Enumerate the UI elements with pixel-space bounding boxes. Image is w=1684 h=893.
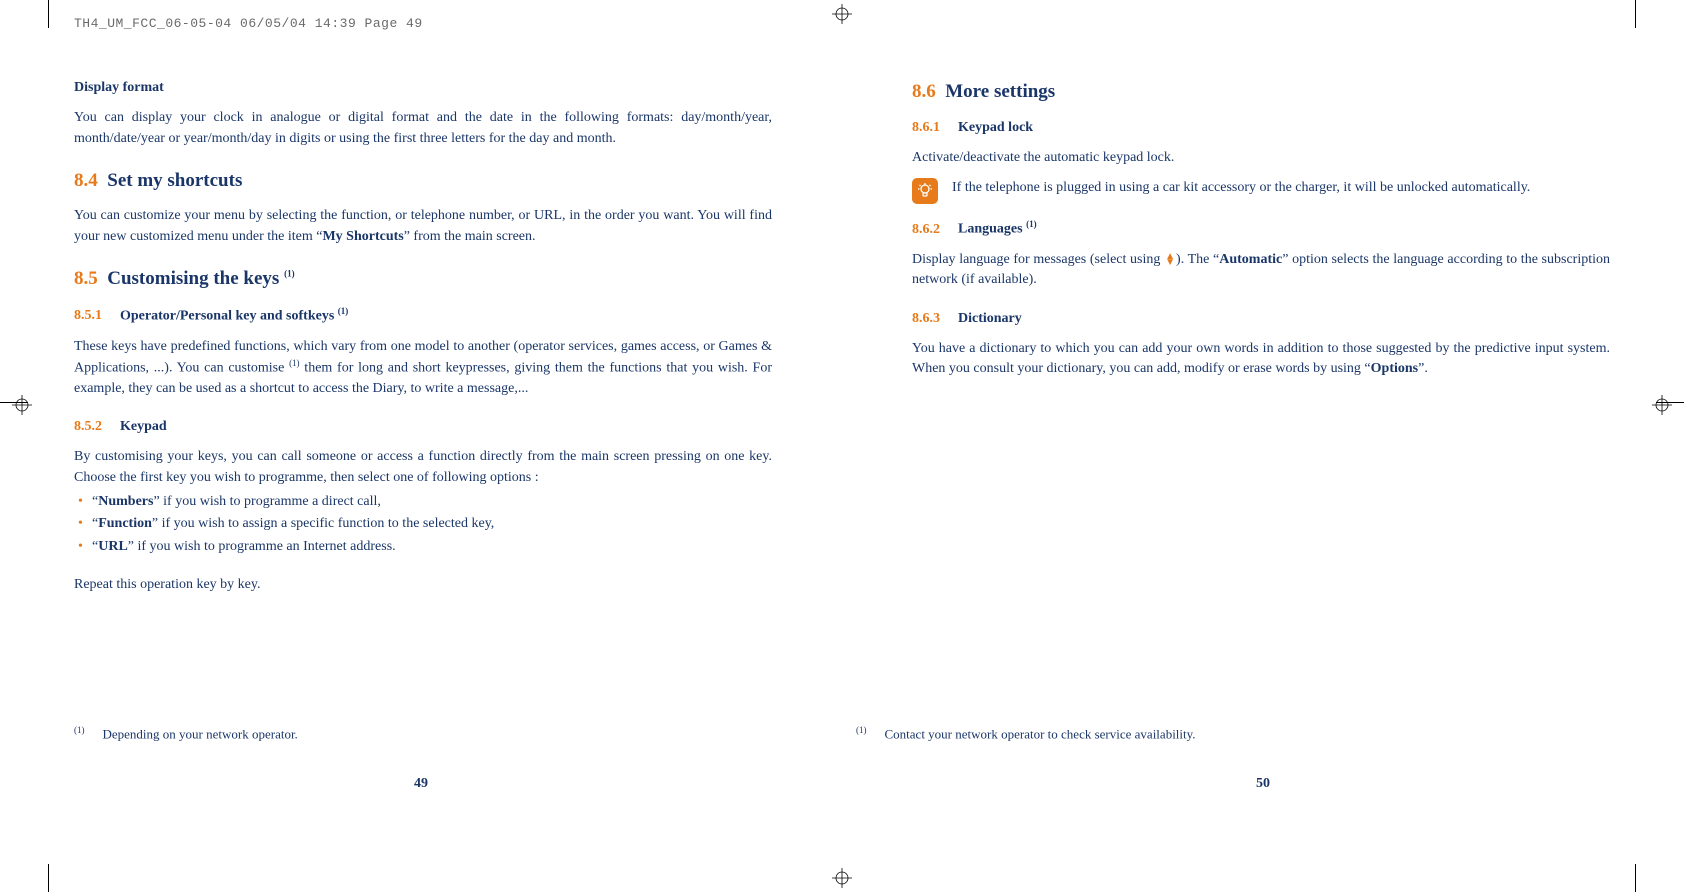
tip-icon <box>912 178 938 204</box>
crop-mark <box>48 864 49 892</box>
subsection-8-5-2-heading: 8.5.2 Keypad <box>74 417 772 437</box>
page-spread: Display format You can display your cloc… <box>0 60 1684 613</box>
subsection-number: 8.6.3 <box>912 311 940 326</box>
note-block: If the telephone is plugged in using a c… <box>912 178 1610 204</box>
nav-up-down-icon: ▲▼ <box>1164 254 1176 266</box>
subsection-8-6-1-heading: 8.6.1 Keypad lock <box>912 118 1610 138</box>
print-header: TH4_UM_FCC_06-05-04 06/05/04 14:39 Page … <box>74 16 423 31</box>
subsection-8-6-2-heading: 8.6.2Languages (1) <box>912 218 1610 240</box>
subsection-number: 8.5.2 <box>74 419 102 434</box>
list-item: “Function” if you wish to assign a speci… <box>74 514 772 534</box>
subsection-title: Keypad <box>120 419 167 434</box>
subsection-number: 8.5.1 <box>74 308 102 323</box>
page-right: 8.6 More settings 8.6.1 Keypad lock Activ… <box>842 60 1684 613</box>
subsection-number: 8.6.2 <box>912 222 940 237</box>
footnote-right: (1)Contact your network operator to chec… <box>856 725 1196 742</box>
bullet-list: “Numbers” if you wish to programme a dir… <box>74 492 772 557</box>
crop-mark <box>1635 0 1636 28</box>
crop-mark <box>1635 864 1636 892</box>
paragraph: By customising your keys, you can call s… <box>74 447 772 488</box>
section-number: 8.4 <box>74 170 98 191</box>
paragraph: Activate/deactivate the automatic keypad… <box>912 148 1610 168</box>
subsection-title: Keypad lock <box>958 120 1033 135</box>
subsection-title: Dictionary <box>958 311 1022 326</box>
paragraph: You can display your clock in analogue o… <box>74 108 772 149</box>
page-left: Display format You can display your cloc… <box>0 60 842 613</box>
paragraph: Repeat this operation key by key. <box>74 575 772 595</box>
section-8-4-heading: 8.4 Set my shortcuts <box>74 167 772 195</box>
paragraph: You can customize your menu by selecting… <box>74 206 772 247</box>
crop-mark <box>48 0 49 28</box>
subheading-display-format: Display format <box>74 78 772 98</box>
subsection-number: 8.6.1 <box>912 120 940 135</box>
subsection-8-6-3-heading: 8.6.3 Dictionary <box>912 309 1610 329</box>
footnote-left: (1)Depending on your network operator. <box>74 725 298 742</box>
subsection-title: Operator/Personal key and softkeys <box>120 308 338 323</box>
section-title: More settings <box>945 81 1055 102</box>
list-item: “URL” if you wish to programme an Intern… <box>74 537 772 557</box>
registration-mark-icon <box>832 868 852 888</box>
section-8-6-heading: 8.6 More settings <box>912 78 1610 106</box>
section-8-5-heading: 8.5 Customising the keys (1) <box>74 265 772 293</box>
section-number: 8.6 <box>912 81 936 102</box>
page-number-right: 50 <box>842 776 1684 792</box>
section-title: Set my shortcuts <box>107 170 242 191</box>
note-text: If the telephone is plugged in using a c… <box>952 178 1610 198</box>
page-number-left: 49 <box>0 776 842 792</box>
section-number: 8.5 <box>74 268 98 289</box>
paragraph: Display language for messages (select us… <box>912 250 1610 291</box>
subsection-8-5-1-heading: 8.5.1Operator/Personal key and softkeys … <box>74 305 772 327</box>
registration-mark-icon <box>832 4 852 24</box>
list-item: “Numbers” if you wish to programme a dir… <box>74 492 772 512</box>
section-title: Customising the keys <box>107 268 284 289</box>
paragraph: You have a dictionary to which you can a… <box>912 339 1610 380</box>
paragraph: These keys have predefined functions, wh… <box>74 337 772 400</box>
subsection-title: Languages <box>958 222 1026 237</box>
